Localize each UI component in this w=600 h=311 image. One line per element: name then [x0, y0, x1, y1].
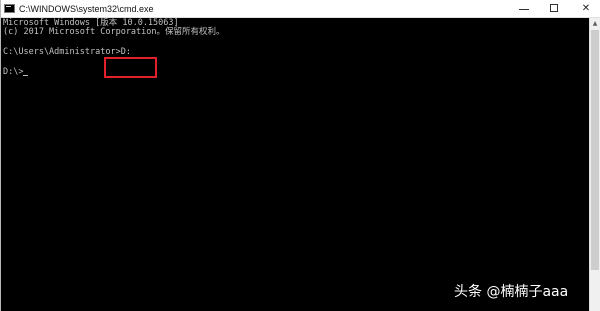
scroll-up-arrow-icon[interactable]: ▲: [590, 18, 600, 29]
cmd-icon: [4, 4, 15, 13]
maximize-button[interactable]: [542, 0, 568, 18]
console-line: C:\Users\Administrator>D:: [3, 47, 131, 57]
minimize-button[interactable]: [511, 0, 537, 18]
text-cursor: [23, 75, 29, 76]
console-line: (c) 2017 Microsoft Corporation。保留所有权利。: [3, 27, 225, 37]
maximize-icon: [550, 4, 558, 12]
scroll-thumb[interactable]: [591, 30, 599, 270]
watermark: 头条 @楠楠子aaa: [454, 284, 569, 300]
highlight-annotation: [104, 57, 157, 78]
vertical-scrollbar[interactable]: ▲: [589, 18, 600, 311]
prompt-line: D:\>: [3, 67, 29, 77]
close-button[interactable]: ✕: [573, 0, 599, 18]
console-output[interactable]: Microsoft Windows [版本 10.0.15063] (c) 20…: [1, 18, 591, 311]
close-icon: ✕: [581, 3, 591, 14]
title-bar[interactable]: C:\WINDOWS\system32\cmd.exe ✕: [1, 0, 600, 18]
window-title: C:\WINDOWS\system32\cmd.exe: [19, 4, 154, 14]
minimize-icon: [519, 9, 529, 10]
prompt-text: D:\>: [3, 67, 24, 77]
cmd-window: C:\WINDOWS\system32\cmd.exe ✕ Microsoft …: [0, 0, 600, 311]
